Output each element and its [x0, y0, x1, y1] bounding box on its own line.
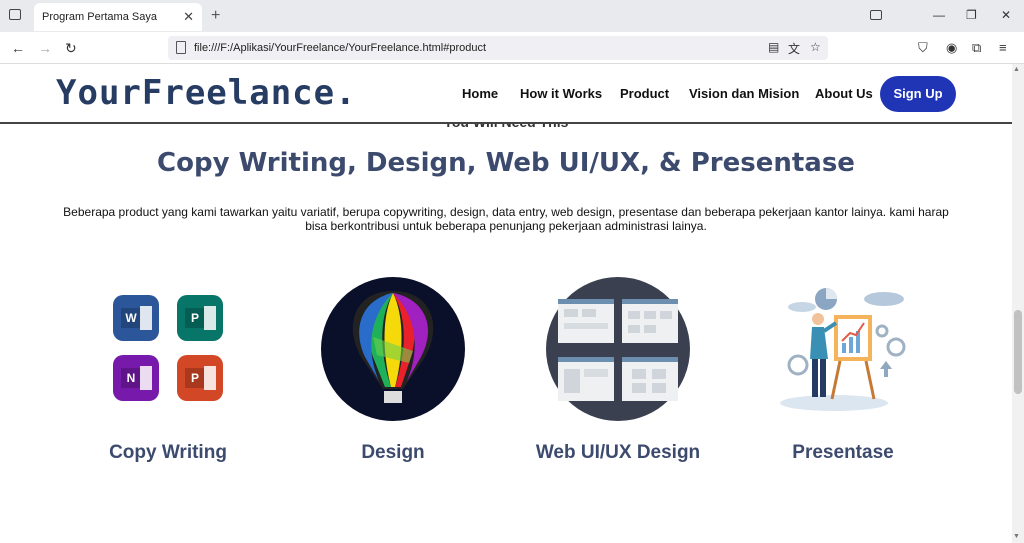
window-list-icon[interactable] [870, 10, 882, 20]
restore-icon[interactable]: ❐ [966, 8, 977, 22]
scroll-up-icon[interactable]: ▲ [1013, 66, 1020, 73]
wireframe-icon [546, 277, 690, 421]
nav-about-us[interactable]: About Us [815, 86, 873, 101]
publisher-icon: P [177, 295, 223, 341]
scrollbar-thumb[interactable] [1014, 310, 1022, 394]
page-scrollbar[interactable] [1012, 64, 1024, 543]
section-description: Beberapa product yang kami tawarkan yait… [63, 205, 949, 233]
card-title-presentase: Presentase [792, 442, 894, 463]
card-title-web-ui-ux: Web UI/UX Design [535, 442, 701, 463]
nav-how-it-works[interactable]: How it Works [520, 86, 602, 101]
pocket-icon[interactable]: ⛉ [918, 40, 928, 56]
site-logo[interactable]: YourFreelance. [56, 73, 357, 113]
browser-tab-bar: Program Pertama Saya ✕ + — ❐ ✕ [0, 0, 1024, 32]
nav-home[interactable]: Home [462, 86, 498, 101]
reader-view-icon[interactable]: ▤ [768, 40, 779, 54]
close-tab-icon[interactable]: ✕ [183, 9, 194, 25]
page-viewport: You Will Need This YourFreelance. Home H… [0, 64, 1012, 543]
nav-vision-mision[interactable]: Vision dan Mision [689, 86, 799, 101]
back-icon[interactable]: ← [11, 40, 25, 56]
section-title: Copy Writing, Design, Web UI/UX, & Prese… [157, 148, 855, 178]
site-header: YourFreelance. Home How it Works Product… [0, 64, 1012, 124]
account-icon[interactable]: ◉ [946, 40, 957, 56]
onenote-icon: N [113, 355, 159, 401]
reload-icon[interactable]: ↻ [65, 40, 77, 57]
nav-product[interactable]: Product [620, 86, 669, 101]
bookmark-star-icon[interactable]: ☆ [810, 40, 821, 54]
translate-icon[interactable]: 文 [788, 40, 800, 57]
extensions-icon[interactable]: ⧉ [972, 40, 981, 56]
forward-icon[interactable]: → [38, 40, 52, 56]
minimize-icon[interactable]: — [933, 8, 945, 22]
coreldraw-balloon-icon [321, 277, 465, 421]
card-title-design: Design [361, 442, 425, 463]
browser-tab[interactable]: Program Pertama Saya ✕ [34, 3, 202, 31]
close-window-icon[interactable]: ✕ [1001, 8, 1011, 22]
browser-toolbar: ← → ↻ file:///F:/Aplikasi/YourFreelance/… [0, 32, 1024, 64]
address-url: file:///F:/Aplikasi/YourFreelance/YourFr… [194, 42, 487, 54]
menu-icon[interactable]: ≡ [999, 40, 1007, 55]
new-tab-icon[interactable]: + [211, 7, 220, 25]
signup-button[interactable]: Sign Up [880, 76, 956, 112]
address-bar[interactable]: file:///F:/Aplikasi/YourFreelance/YourFr… [168, 36, 828, 60]
office-apps-icon: W P N P [113, 295, 225, 403]
tab-list-icon[interactable] [9, 9, 21, 20]
powerpoint-icon: P [177, 355, 223, 401]
scroll-down-icon[interactable]: ▼ [1013, 533, 1020, 540]
tab-title: Program Pertama Saya [42, 11, 157, 23]
presentation-illustration-icon [780, 288, 906, 411]
page-icon [176, 41, 186, 54]
word-icon: W [113, 295, 159, 341]
card-title-copy-writing: Copy Writing [109, 442, 227, 463]
